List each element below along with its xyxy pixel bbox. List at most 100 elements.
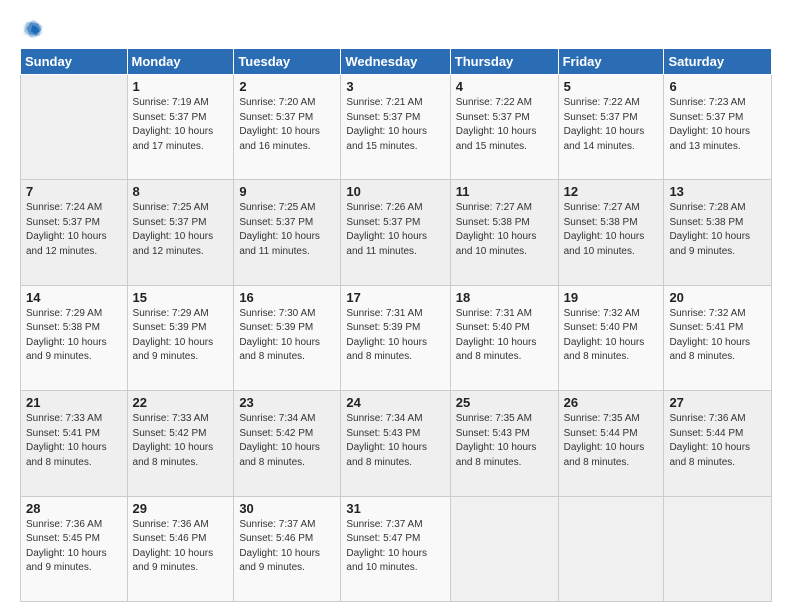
day-info: Sunrise: 7:35 AMSunset: 5:43 PMDaylight:…: [456, 412, 553, 470]
day-number: 1: [133, 79, 229, 94]
calendar-cell: 31Sunrise: 7:37 AMSunset: 5:47 PMDayligh…: [341, 496, 450, 601]
calendar-cell: 30Sunrise: 7:37 AMSunset: 5:46 PMDayligh…: [234, 496, 341, 601]
day-info: Sunrise: 7:34 AMSunset: 5:42 PMDaylight:…: [239, 412, 335, 470]
calendar-cell: 20Sunrise: 7:32 AMSunset: 5:41 PMDayligh…: [664, 285, 772, 390]
day-number: 10: [346, 184, 444, 199]
calendar-cell: 5 Sunrise: 7:22 AMSunset: 5:37 PMDaylight…: [558, 75, 664, 180]
calendar-cell: 3 Sunrise: 7:21 AMSunset: 5:37 PMDaylight…: [341, 75, 450, 180]
calendar-cell: 13Sunrise: 7:28 AMSunset: 5:38 PMDayligh…: [664, 180, 772, 285]
day-number: 14: [26, 290, 122, 305]
day-number: 28: [26, 501, 122, 516]
day-info: Sunrise: 7:36 AMSunset: 5:45 PMDaylight:…: [26, 518, 122, 576]
day-number: 26: [564, 395, 659, 410]
logo-icon: [22, 18, 44, 40]
header-row: SundayMondayTuesdayWednesdayThursdayFrid…: [21, 49, 772, 75]
header-day-wednesday: Wednesday: [341, 49, 450, 75]
header: [20, 18, 772, 40]
day-number: 23: [239, 395, 335, 410]
calendar-cell: 14 Sunrise: 7:29 AMSunset: 5:38 PMDayligh…: [21, 285, 128, 390]
day-info: Sunrise: 7:27 AMSunset: 5:38 PMDaylight:…: [456, 201, 553, 259]
calendar-cell: 8Sunrise: 7:25 AMSunset: 5:37 PMDaylight…: [127, 180, 234, 285]
day-number: 22: [133, 395, 229, 410]
header-day-monday: Monday: [127, 49, 234, 75]
week-row-0: 1 Sunrise: 7:19 AMSunset: 5:37 PMDaylight…: [21, 75, 772, 180]
header-day-thursday: Thursday: [450, 49, 558, 75]
day-number: 31: [346, 501, 444, 516]
calendar-cell: 18 Sunrise: 7:31 AMSunset: 5:40 PMDayligh…: [450, 285, 558, 390]
day-number: 21: [26, 395, 122, 410]
day-info: Sunrise: 7:33 AMSunset: 5:42 PMDaylight:…: [133, 412, 229, 470]
day-number: 2: [239, 79, 335, 94]
day-number: 12: [564, 184, 659, 199]
calendar-cell: 9 Sunrise: 7:25 AMSunset: 5:37 PMDaylight…: [234, 180, 341, 285]
day-number: 15: [133, 290, 229, 305]
day-number: 18: [456, 290, 553, 305]
calendar-cell: 23 Sunrise: 7:34 AMSunset: 5:42 PMDayligh…: [234, 391, 341, 496]
day-number: 30: [239, 501, 335, 516]
day-info: Sunrise: 7:32 AMSunset: 5:40 PMDaylight:…: [564, 307, 659, 365]
day-number: 25: [456, 395, 553, 410]
page: SundayMondayTuesdayWednesdayThursdayFrid…: [0, 0, 792, 612]
day-number: 3: [346, 79, 444, 94]
day-info: Sunrise: 7:34 AMSunset: 5:43 PMDaylight:…: [346, 412, 444, 470]
day-info: Sunrise: 7:24 AMSunset: 5:37 PMDaylight:…: [26, 201, 122, 259]
day-number: 20: [669, 290, 766, 305]
calendar-cell: 22 Sunrise: 7:33 AMSunset: 5:42 PMDayligh…: [127, 391, 234, 496]
header-day-tuesday: Tuesday: [234, 49, 341, 75]
day-number: 17: [346, 290, 444, 305]
logo: [20, 18, 44, 40]
day-number: 9: [239, 184, 335, 199]
week-row-3: 21 Sunrise: 7:33 AMSunset: 5:41 PMDayligh…: [21, 391, 772, 496]
day-info: Sunrise: 7:27 AMSunset: 5:38 PMDaylight:…: [564, 201, 659, 259]
calendar-table: SundayMondayTuesdayWednesdayThursdayFrid…: [20, 48, 772, 602]
calendar-cell: 16 Sunrise: 7:30 AMSunset: 5:39 PMDayligh…: [234, 285, 341, 390]
day-info: Sunrise: 7:30 AMSunset: 5:39 PMDaylight:…: [239, 307, 335, 365]
calendar-header: SundayMondayTuesdayWednesdayThursdayFrid…: [21, 49, 772, 75]
day-number: 11: [456, 184, 553, 199]
day-info: Sunrise: 7:19 AMSunset: 5:37 PMDaylight:…: [133, 96, 229, 154]
day-info: Sunrise: 7:31 AMSunset: 5:40 PMDaylight:…: [456, 307, 553, 365]
calendar-cell: 2 Sunrise: 7:20 AMSunset: 5:37 PMDaylight…: [234, 75, 341, 180]
day-number: 8: [133, 184, 229, 199]
day-info: Sunrise: 7:25 AMSunset: 5:37 PMDaylight:…: [239, 201, 335, 259]
calendar-cell: [21, 75, 128, 180]
day-number: 4: [456, 79, 553, 94]
day-info: Sunrise: 7:29 AMSunset: 5:38 PMDaylight:…: [26, 307, 122, 365]
calendar-cell: 19 Sunrise: 7:32 AMSunset: 5:40 PMDayligh…: [558, 285, 664, 390]
header-day-friday: Friday: [558, 49, 664, 75]
calendar-body: 1 Sunrise: 7:19 AMSunset: 5:37 PMDaylight…: [21, 75, 772, 602]
day-info: Sunrise: 7:26 AMSunset: 5:37 PMDaylight:…: [346, 201, 444, 259]
day-number: 29: [133, 501, 229, 516]
calendar-cell: 24 Sunrise: 7:34 AMSunset: 5:43 PMDayligh…: [341, 391, 450, 496]
day-number: 7: [26, 184, 122, 199]
header-day-saturday: Saturday: [664, 49, 772, 75]
day-number: 24: [346, 395, 444, 410]
week-row-1: 7 Sunrise: 7:24 AMSunset: 5:37 PMDaylight…: [21, 180, 772, 285]
day-info: Sunrise: 7:35 AMSunset: 5:44 PMDaylight:…: [564, 412, 659, 470]
calendar-cell: 26 Sunrise: 7:35 AMSunset: 5:44 PMDayligh…: [558, 391, 664, 496]
day-info: Sunrise: 7:22 AMSunset: 5:37 PMDaylight:…: [564, 96, 659, 154]
day-number: 19: [564, 290, 659, 305]
calendar-cell: 28 Sunrise: 7:36 AMSunset: 5:45 PMDayligh…: [21, 496, 128, 601]
day-info: Sunrise: 7:33 AMSunset: 5:41 PMDaylight:…: [26, 412, 122, 470]
day-number: 16: [239, 290, 335, 305]
calendar-cell: 7 Sunrise: 7:24 AMSunset: 5:37 PMDaylight…: [21, 180, 128, 285]
day-info: Sunrise: 7:21 AMSunset: 5:37 PMDaylight:…: [346, 96, 444, 154]
day-info: Sunrise: 7:36 AMSunset: 5:44 PMDaylight:…: [669, 412, 766, 470]
calendar-cell: 1 Sunrise: 7:19 AMSunset: 5:37 PMDaylight…: [127, 75, 234, 180]
day-info: Sunrise: 7:23 AMSunset: 5:37 PMDaylight:…: [669, 96, 766, 154]
day-info: Sunrise: 7:29 AMSunset: 5:39 PMDaylight:…: [133, 307, 229, 365]
calendar-cell: [664, 496, 772, 601]
day-info: Sunrise: 7:20 AMSunset: 5:37 PMDaylight:…: [239, 96, 335, 154]
calendar-cell: 10 Sunrise: 7:26 AMSunset: 5:37 PMDayligh…: [341, 180, 450, 285]
calendar-cell: 12 Sunrise: 7:27 AMSunset: 5:38 PMDayligh…: [558, 180, 664, 285]
day-number: 5: [564, 79, 659, 94]
day-number: 6: [669, 79, 766, 94]
calendar-cell: 15 Sunrise: 7:29 AMSunset: 5:39 PMDayligh…: [127, 285, 234, 390]
day-info: Sunrise: 7:36 AMSunset: 5:46 PMDaylight:…: [133, 518, 229, 576]
calendar-cell: [450, 496, 558, 601]
day-number: 13: [669, 184, 766, 199]
calendar-cell: 27Sunrise: 7:36 AMSunset: 5:44 PMDayligh…: [664, 391, 772, 496]
calendar-cell: 17Sunrise: 7:31 AMSunset: 5:39 PMDayligh…: [341, 285, 450, 390]
calendar-cell: [558, 496, 664, 601]
